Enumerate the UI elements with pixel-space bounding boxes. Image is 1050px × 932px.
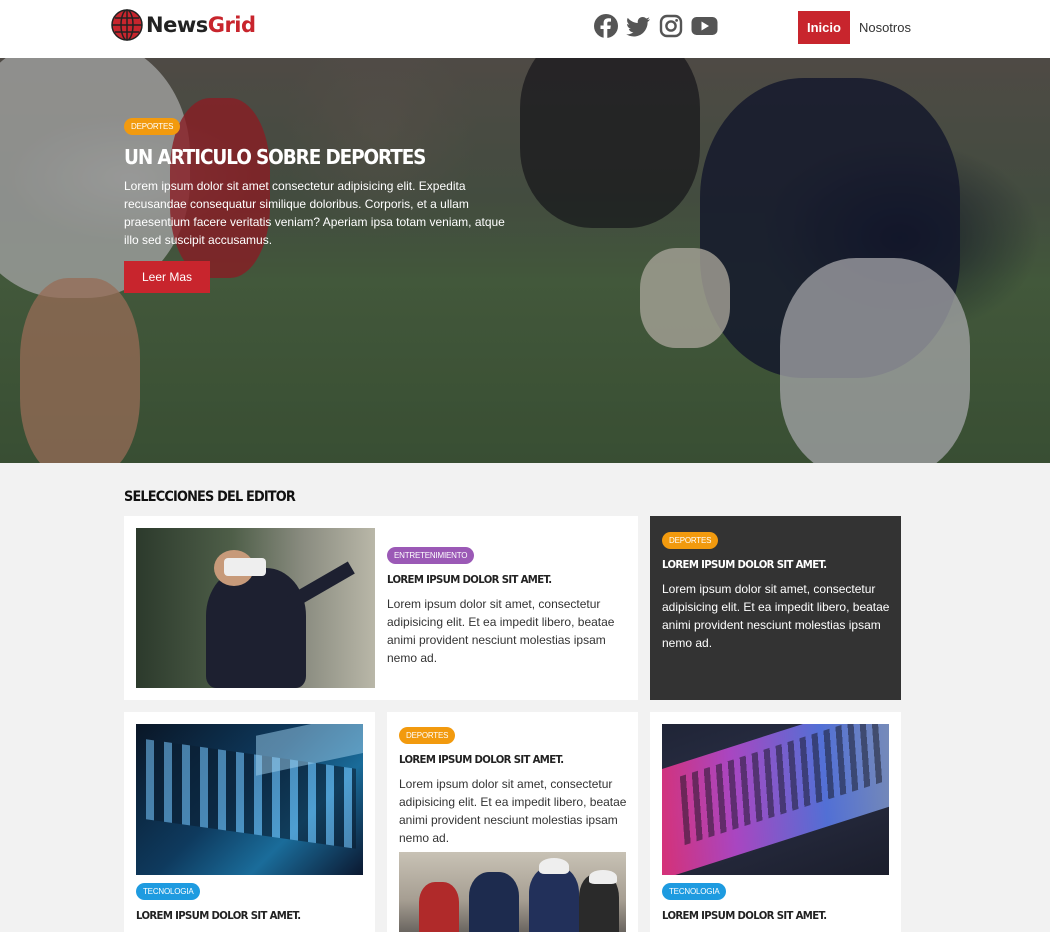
category-badge[interactable]: Tecnologia	[136, 883, 201, 900]
category-badge[interactable]: Entretenimiento	[387, 547, 475, 564]
hero-text: Lorem ipsum dolor sit amet consectetur a…	[124, 179, 505, 247]
category-badge[interactable]: Tecnologia	[662, 883, 727, 900]
twitter-icon[interactable]	[626, 14, 651, 38]
category-badge[interactable]: Deportes	[399, 727, 456, 744]
card-title[interactable]: LOREM IPSUM DOLOR SIT AMET.	[387, 573, 608, 586]
image-detail	[529, 867, 579, 932]
image-detail	[589, 870, 617, 884]
article-card[interactable]: Entretenimiento LOREM IPSUM DOLOR SIT AM…	[124, 516, 638, 700]
globe-icon	[111, 9, 143, 41]
card-text: Lorem ipsum dolor sit amet, consectetur …	[387, 597, 615, 665]
card-text: Lorem ipsum dolor sit amet, consectetur …	[399, 777, 627, 845]
image-detail	[224, 558, 266, 576]
image-detail	[206, 568, 306, 688]
logo[interactable]: NewsGrid	[111, 9, 256, 41]
laptop-image[interactable]	[662, 724, 889, 875]
card-body: Tecnologia LOREM IPSUM DOLOR SIT AMET.	[136, 881, 366, 922]
youtube-icon[interactable]	[691, 14, 718, 38]
category-badge[interactable]: Deportes	[662, 532, 719, 549]
image-detail	[469, 872, 519, 932]
article-card[interactable]: Tecnologia LOREM IPSUM DOLOR SIT AMET.	[124, 712, 375, 932]
facebook-icon[interactable]	[594, 14, 618, 38]
hero-banner: Deportes UN ARTICULO SOBRE DEPORTES Lore…	[0, 58, 1050, 463]
site-header: NewsGrid Inicio Nosotros	[0, 0, 1050, 58]
card-title[interactable]: LOREM IPSUM DOLOR SIT AMET.	[662, 558, 874, 571]
hero-content: Deportes UN ARTICULO SOBRE DEPORTES Lore…	[124, 116, 514, 293]
nav-nosotros[interactable]: Nosotros	[859, 20, 911, 35]
card-body: Deportes LOREM IPSUM DOLOR SIT AMET. Lor…	[662, 530, 892, 652]
read-more-button[interactable]: Leer Mas	[124, 261, 211, 293]
hero-category-badge[interactable]: Deportes	[124, 118, 181, 135]
main-nav: Inicio Nosotros	[798, 11, 911, 44]
section-title: SELECCIONES DEL EDITOR	[124, 489, 296, 505]
card-body: Deportes LOREM IPSUM DOLOR SIT AMET. Lor…	[399, 725, 629, 847]
social-links	[594, 14, 718, 38]
image-detail	[539, 858, 569, 874]
hero-title: UN ARTICULO SOBRE DEPORTES	[124, 145, 426, 169]
logo-text: NewsGrid	[146, 13, 256, 37]
card-title[interactable]: LOREM IPSUM DOLOR SIT AMET.	[662, 909, 874, 922]
article-card[interactable]: Deportes LOREM IPSUM DOLOR SIT AMET. Lor…	[650, 516, 901, 700]
card-body: Tecnologia LOREM IPSUM DOLOR SIT AMET.	[662, 881, 892, 922]
logo-text-news: News	[146, 13, 208, 37]
nav-inicio[interactable]: Inicio	[798, 11, 850, 44]
card-text: Lorem ipsum dolor sit amet, consectetur …	[662, 582, 890, 650]
card-body: Entretenimiento LOREM IPSUM DOLOR SIT AM…	[387, 545, 627, 667]
card-title[interactable]: LOREM IPSUM DOLOR SIT AMET.	[136, 909, 348, 922]
vr-headset-image[interactable]	[136, 528, 375, 688]
logo-text-grid: Grid	[207, 13, 256, 37]
cyclists-image[interactable]	[399, 852, 626, 932]
card-title[interactable]: LOREM IPSUM DOLOR SIT AMET.	[399, 753, 611, 766]
instagram-icon[interactable]	[659, 14, 683, 38]
article-card[interactable]: Tecnologia LOREM IPSUM DOLOR SIT AMET.	[650, 712, 901, 932]
server-rack-image[interactable]	[136, 724, 363, 875]
article-card[interactable]: Deportes LOREM IPSUM DOLOR SIT AMET. Lor…	[387, 712, 638, 932]
image-detail	[287, 561, 355, 609]
image-detail	[419, 882, 459, 932]
